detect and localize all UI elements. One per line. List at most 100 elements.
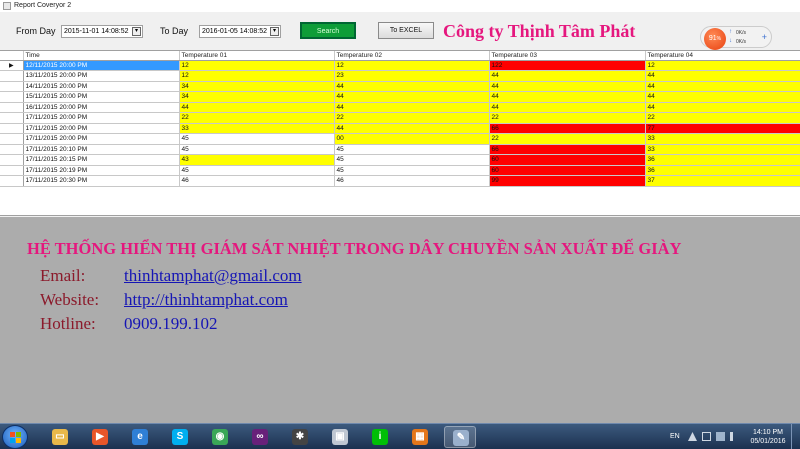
table-row[interactable]: 17/11/2015 20:30 PM 46 46 99 37 [0,175,800,187]
temperature-01-cell[interactable]: 34 [179,81,335,92]
volume-icon[interactable] [730,432,739,441]
temperature-01-cell[interactable]: 33 [179,123,335,134]
network-speed-widget[interactable]: 91% ↑ 0K/s ↓ 0K/s + [700,26,772,50]
taskbar-app-button[interactable]: i [364,426,396,448]
temperature-03-cell[interactable]: 22 [489,112,646,124]
temperature-03-cell[interactable]: 66 [489,123,646,134]
column-header-temperature-04[interactable]: Temperature 04 [645,51,800,61]
time-cell[interactable]: 13/11/2015 20:00 PM [23,70,180,82]
temperature-04-cell[interactable]: 44 [645,70,800,82]
temperature-01-cell[interactable]: 45 [179,165,335,176]
time-cell[interactable]: 17/11/2015 20:10 PM [23,144,180,155]
taskbar-app-button[interactable]: ▶ [84,426,116,448]
search-button[interactable]: Search [300,22,356,39]
temperature-02-cell[interactable]: 44 [334,123,490,134]
time-cell[interactable]: 14/11/2015 20:00 PM [23,81,180,92]
row-header-cell[interactable] [0,165,24,176]
row-header-cell[interactable] [0,175,24,187]
temperature-03-cell[interactable]: 22 [489,133,646,145]
table-row[interactable]: ▶ 12/11/2015 20:00 PM 12 12 122 12 [0,60,800,71]
time-cell[interactable]: 17/11/2015 20:00 PM [23,123,180,134]
temperature-grid[interactable]: Time Temperature 01 Temperature 02 Tempe… [0,50,800,216]
to-day-picker[interactable]: 2016-01-05 14:08:52 ▾ [199,25,281,38]
temperature-03-cell[interactable]: 44 [489,70,646,82]
taskbar-app-button[interactable]: ✎ [444,426,476,448]
temperature-04-cell[interactable]: 22 [645,112,800,124]
temperature-01-cell[interactable]: 44 [179,102,335,113]
table-row[interactable]: 15/11/2015 20:00 PM 34 44 44 44 [0,91,800,103]
temperature-01-cell[interactable]: 22 [179,112,335,124]
taskbar-app-button[interactable]: ◉ [204,426,236,448]
temperature-02-cell[interactable]: 45 [334,154,490,166]
temperature-01-cell[interactable]: 45 [179,144,335,155]
row-header-cell[interactable] [0,91,24,103]
column-header-time[interactable]: Time [23,51,180,61]
temperature-02-cell[interactable]: 22 [334,112,490,124]
email-link[interactable]: thinhtamphat@gmail.com [124,266,302,286]
temperature-03-cell[interactable]: 44 [489,81,646,92]
temperature-03-cell[interactable]: 60 [489,154,646,166]
temperature-02-cell[interactable]: 44 [334,91,490,103]
taskbar-app-button[interactable]: ▭ [44,426,76,448]
temperature-02-cell[interactable]: 45 [334,165,490,176]
time-cell[interactable]: 16/11/2015 20:00 PM [23,102,180,113]
table-row[interactable]: 13/11/2015 20:00 PM 12 23 44 44 [0,70,800,82]
row-header-cell[interactable] [0,144,24,155]
time-cell[interactable]: 17/11/2015 20:00 PM [23,112,180,124]
temperature-01-cell[interactable]: 46 [179,175,335,187]
table-row[interactable]: 14/11/2015 20:00 PM 34 44 44 44 [0,81,800,92]
table-row[interactable]: 17/11/2015 20:00 PM 33 44 66 77 [0,123,800,134]
temperature-04-cell[interactable]: 44 [645,102,800,113]
temperature-02-cell[interactable]: 12 [334,60,490,71]
taskbar-app-button[interactable]: S [164,426,196,448]
expand-plus-icon[interactable]: + [762,32,767,42]
taskbar-app-button[interactable]: ▣ [324,426,356,448]
temperature-02-cell[interactable]: 44 [334,81,490,92]
table-row[interactable]: 17/11/2015 20:00 PM 45 00 22 33 [0,133,800,145]
time-cell[interactable]: 17/11/2015 20:15 PM [23,154,180,166]
temperature-04-cell[interactable]: 33 [645,144,800,155]
time-cell[interactable]: 15/11/2015 20:00 PM [23,91,180,103]
temperature-02-cell[interactable]: 23 [334,70,490,82]
show-hidden-icons-icon[interactable] [688,432,697,441]
column-header-temperature-01[interactable]: Temperature 01 [179,51,335,61]
column-header-temperature-03[interactable]: Temperature 03 [489,51,646,61]
row-header-cell[interactable] [0,81,24,92]
temperature-01-cell[interactable]: 34 [179,91,335,103]
row-header-cell[interactable] [0,133,24,145]
row-header-cell[interactable] [0,70,24,82]
temperature-03-cell[interactable]: 44 [489,102,646,113]
temperature-01-cell[interactable]: 43 [179,154,335,166]
temperature-03-cell[interactable]: 66 [489,144,646,155]
network-icon[interactable] [716,432,725,441]
table-row[interactable]: 17/11/2015 20:10 PM 45 45 66 33 [0,144,800,155]
table-row[interactable]: 17/11/2015 20:15 PM 43 45 60 36 [0,154,800,166]
temperature-04-cell[interactable]: 44 [645,81,800,92]
temperature-01-cell[interactable]: 12 [179,60,335,71]
time-cell[interactable]: 17/11/2015 20:19 PM [23,165,180,176]
temperature-04-cell[interactable]: 77 [645,123,800,134]
calendar-dropdown-icon[interactable]: ▾ [270,27,279,36]
row-header-cell[interactable] [0,123,24,134]
language-indicator[interactable]: EN [670,433,680,440]
temperature-03-cell[interactable]: 122 [489,60,646,71]
taskbar-app-button[interactable]: ✱ [284,426,316,448]
taskbar-clock[interactable]: 14:10 PM 05/01/2016 [748,428,788,446]
temperature-03-cell[interactable]: 99 [489,175,646,187]
table-row[interactable]: 17/11/2015 20:00 PM 22 22 22 22 [0,112,800,124]
temperature-04-cell[interactable]: 33 [645,133,800,145]
table-row[interactable]: 16/11/2015 20:00 PM 44 44 44 44 [0,102,800,113]
temperature-03-cell[interactable]: 44 [489,91,646,103]
website-link[interactable]: http://thinhtamphat.com [124,290,288,310]
row-header-cell[interactable] [0,154,24,166]
temperature-01-cell[interactable]: 12 [179,70,335,82]
start-button[interactable] [2,425,28,449]
temperature-02-cell[interactable]: 46 [334,175,490,187]
taskbar-app-button[interactable]: ▦ [404,426,436,448]
column-header-temperature-02[interactable]: Temperature 02 [334,51,490,61]
row-header-cell[interactable] [0,102,24,113]
temperature-04-cell[interactable]: 37 [645,175,800,187]
temperature-04-cell[interactable]: 36 [645,154,800,166]
calendar-dropdown-icon[interactable]: ▾ [132,27,141,36]
time-cell[interactable]: 17/11/2015 20:00 PM [23,133,180,145]
